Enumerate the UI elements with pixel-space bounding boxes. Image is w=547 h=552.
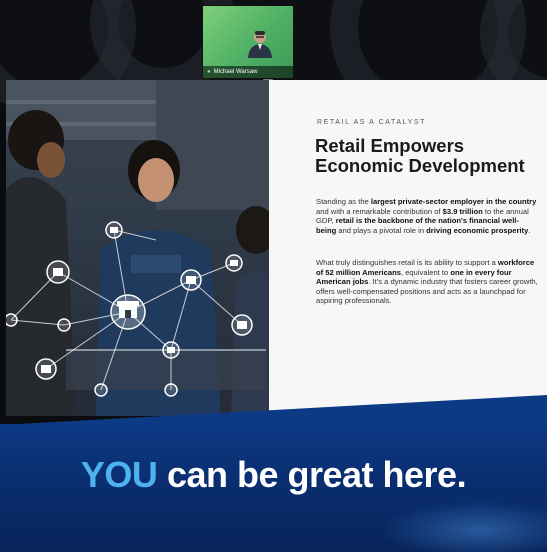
participant-name: Michael Warsaw: [213, 69, 258, 75]
microphone-icon: ●: [207, 69, 211, 75]
banner-glow: [380, 500, 547, 552]
headline-line: Economic Development: [315, 155, 525, 176]
banner-diagonal-edge: [0, 395, 547, 425]
headline-line: Retail Empowers: [315, 135, 465, 156]
participant-avatar: [248, 31, 272, 58]
slide-kicker: RETAIL AS A CATALYST: [317, 119, 427, 126]
presentation-slide: RETAIL AS A CATALYST Retail Empowers Eco…: [6, 80, 547, 416]
retail-photo-illustration: [6, 80, 269, 416]
slide-headline: Retail Empowers Economic Development: [315, 136, 540, 176]
retail-photo: [6, 80, 269, 416]
slide-paragraph: What truly distinguishes retail is its a…: [316, 258, 538, 306]
tagline: YOU can be great here.: [0, 454, 547, 496]
slide-paragraph: Standing as the largest private-sector e…: [316, 197, 537, 235]
tagline-highlight: YOU: [80, 454, 158, 495]
participant-video-tile[interactable]: ● Michael Warsaw: [202, 5, 294, 79]
call-header-strip: ● Michael Warsaw: [0, 0, 547, 126]
screen-share-frame: ● Michael Warsaw RETAIL AS A CATALYST Re…: [0, 0, 547, 552]
tagline-rest: can be great here.: [157, 454, 467, 495]
participant-name-bar: ● Michael Warsaw: [203, 66, 293, 78]
slide-text-panel: RETAIL AS A CATALYST Retail Empowers Eco…: [269, 80, 547, 416]
